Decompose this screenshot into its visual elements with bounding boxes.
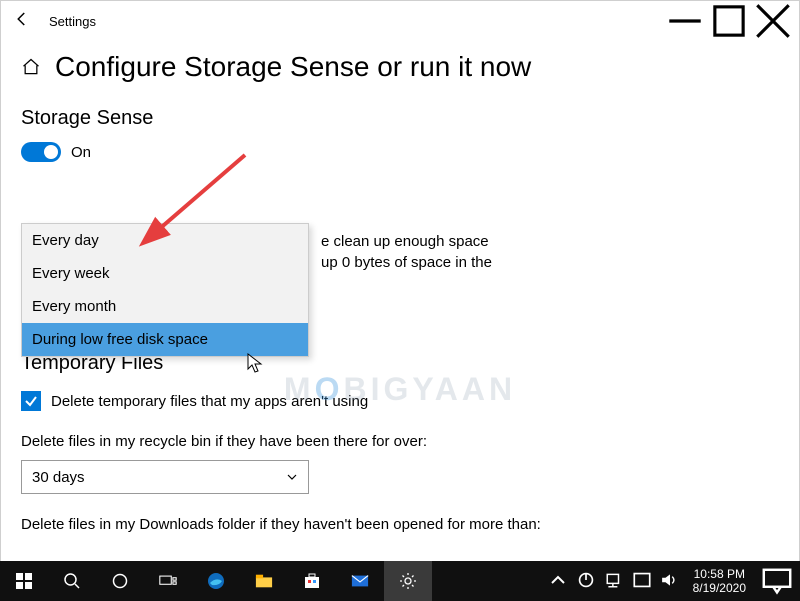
recycle-bin-value: 30 days <box>32 469 85 486</box>
storage-sense-heading: Storage Sense <box>21 107 779 130</box>
tray-network-icon[interactable] <box>605 571 623 592</box>
taskbar-edge[interactable] <box>192 561 240 601</box>
tray-action-icon[interactable] <box>633 571 651 592</box>
run-sense-dropdown[interactable]: Every day Every week Every month During … <box>21 223 309 357</box>
description-partial-line2: up 0 bytes of space in the <box>321 252 492 273</box>
taskbar: 10:58 PM 8/19/2020 <box>0 561 800 601</box>
storage-sense-toggle[interactable] <box>21 142 61 162</box>
page-title: Configure Storage Sense or run it now <box>55 51 531 83</box>
dropdown-item-every-month[interactable]: Every month <box>22 290 308 323</box>
close-button[interactable] <box>751 5 795 37</box>
delete-temp-checkbox[interactable] <box>21 391 41 411</box>
chevron-down-icon <box>286 471 298 483</box>
start-button[interactable] <box>0 561 48 601</box>
dropdown-item-low-disk-space[interactable]: During low free disk space <box>22 323 308 356</box>
taskbar-file-explorer[interactable] <box>240 561 288 601</box>
maximize-button[interactable] <box>707 5 751 37</box>
taskbar-clock[interactable]: 10:58 PM 8/19/2020 <box>689 567 750 595</box>
notification-center-button[interactable] <box>760 566 794 596</box>
tray-volume-icon[interactable] <box>661 571 679 592</box>
app-title: Settings <box>49 14 96 29</box>
taskbar-store[interactable] <box>288 561 336 601</box>
task-view-button[interactable] <box>144 561 192 601</box>
recycle-bin-select[interactable]: 30 days <box>21 460 309 494</box>
cortana-button[interactable] <box>96 561 144 601</box>
taskbar-date: 8/19/2020 <box>693 581 746 595</box>
watermark-logo: MOBIGYAAN <box>284 371 516 408</box>
description-partial-line1: e clean up enough space <box>321 231 489 252</box>
recycle-bin-label: Delete files in my recycle bin if they h… <box>21 433 779 450</box>
tray-power-icon[interactable] <box>577 571 595 592</box>
content-area: Configure Storage Sense or run it now St… <box>1 41 799 560</box>
back-button[interactable] <box>13 10 31 32</box>
home-icon[interactable] <box>21 57 41 77</box>
toggle-state-label: On <box>71 144 91 161</box>
window-titlebar: Settings <box>1 1 799 41</box>
mouse-cursor <box>247 353 263 377</box>
tray-chevron-up-icon[interactable] <box>549 571 567 592</box>
search-button[interactable] <box>48 561 96 601</box>
taskbar-settings[interactable] <box>384 561 432 601</box>
downloads-folder-label: Delete files in my Downloads folder if t… <box>21 516 541 533</box>
dropdown-item-every-week[interactable]: Every week <box>22 257 308 290</box>
taskbar-time: 10:58 PM <box>694 567 745 581</box>
dropdown-item-every-day[interactable]: Every day <box>22 224 308 257</box>
taskbar-mail[interactable] <box>336 561 384 601</box>
minimize-button[interactable] <box>663 5 707 37</box>
